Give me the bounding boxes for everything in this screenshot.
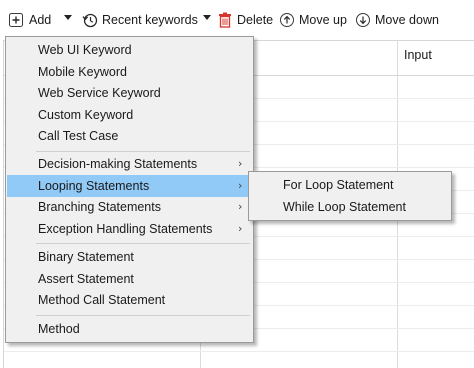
recent-keywords-button[interactable]: Recent keywords <box>82 9 198 31</box>
menu-item-label: Looping Statements <box>38 179 150 193</box>
move-up-label: Move up <box>299 13 347 27</box>
menu-item-assert-statement[interactable]: Assert Statement <box>7 268 252 290</box>
column-header-input[interactable]: Input <box>404 48 432 62</box>
menu-separator <box>36 151 250 152</box>
menu-item-label: Web UI Keyword <box>38 43 132 57</box>
menu-separator <box>36 243 250 244</box>
add-button[interactable]: Add <box>8 9 51 31</box>
menu-item-branching-statements[interactable]: Branching Statements › <box>7 196 252 218</box>
move-down-button[interactable]: Move down <box>355 9 439 31</box>
menu-item-label: Branching Statements <box>38 200 161 214</box>
menu-item-label: Assert Statement <box>38 272 134 286</box>
menu-item-looping-statements[interactable]: Looping Statements › <box>7 175 252 197</box>
menu-item-call-test-case[interactable]: Call Test Case <box>7 125 252 147</box>
menu-item-web-ui-keyword[interactable]: Web UI Keyword <box>7 39 252 61</box>
menu-item-label: Call Test Case <box>38 129 119 143</box>
menu-item-method-call-statement[interactable]: Method Call Statement <box>7 289 252 311</box>
delete-label: Delete <box>237 13 274 27</box>
chevron-right-icon: › <box>238 222 243 235</box>
menu-item-mobile-keyword[interactable]: Mobile Keyword <box>7 61 252 83</box>
menu-separator <box>36 315 250 316</box>
menu-item-label: Binary Statement <box>38 250 134 264</box>
trash-icon <box>218 12 232 28</box>
menu-item-custom-keyword[interactable]: Custom Keyword <box>7 104 252 126</box>
menu-item-label: Method Call Statement <box>38 293 166 307</box>
menu-item-label: For Loop Statement <box>283 178 394 192</box>
add-context-menu: Web UI Keyword Mobile Keyword Web Servic… <box>5 36 254 343</box>
delete-button[interactable]: Delete <box>218 9 273 31</box>
menu-item-label: While Loop Statement <box>283 200 406 214</box>
menu-item-label: Custom Keyword <box>38 108 134 122</box>
menu-item-label: Exception Handling Statements <box>38 222 213 236</box>
menu-item-method[interactable]: Method <box>7 318 252 340</box>
move-up-button[interactable]: Move up <box>279 9 347 31</box>
chevron-right-icon: › <box>238 157 243 170</box>
move-down-label: Move down <box>375 13 439 27</box>
toolbar: Add Recent keywords Delete Move up Move … <box>0 0 474 40</box>
menu-item-binary-statement[interactable]: Binary Statement <box>7 246 252 268</box>
chevron-right-icon: › <box>238 179 243 192</box>
recent-keywords-label: Recent keywords <box>102 13 198 27</box>
menu-item-web-service-keyword[interactable]: Web Service Keyword <box>7 82 252 104</box>
menu-item-label: Mobile Keyword <box>38 65 127 79</box>
history-icon <box>82 12 98 28</box>
arrow-up-circle-icon <box>279 12 295 28</box>
menu-item-label: Web Service Keyword <box>38 86 161 100</box>
looping-statements-submenu: For Loop Statement While Loop Statement <box>248 171 452 221</box>
menu-item-for-loop-statement[interactable]: For Loop Statement <box>250 174 450 196</box>
add-dropdown-arrow[interactable] <box>64 15 72 20</box>
menu-item-exception-handling-statements[interactable]: Exception Handling Statements › <box>7 218 252 240</box>
add-label: Add <box>29 13 52 27</box>
menu-item-label: Method <box>38 322 80 336</box>
recent-keywords-dropdown-arrow[interactable] <box>203 15 211 20</box>
arrow-down-circle-icon <box>355 12 371 28</box>
menu-item-decision-making-statements[interactable]: Decision-making Statements › <box>7 153 252 175</box>
add-icon <box>8 12 24 28</box>
chevron-right-icon: › <box>238 200 243 213</box>
menu-item-while-loop-statement[interactable]: While Loop Statement <box>250 196 450 218</box>
menu-item-label: Decision-making Statements <box>38 157 198 171</box>
